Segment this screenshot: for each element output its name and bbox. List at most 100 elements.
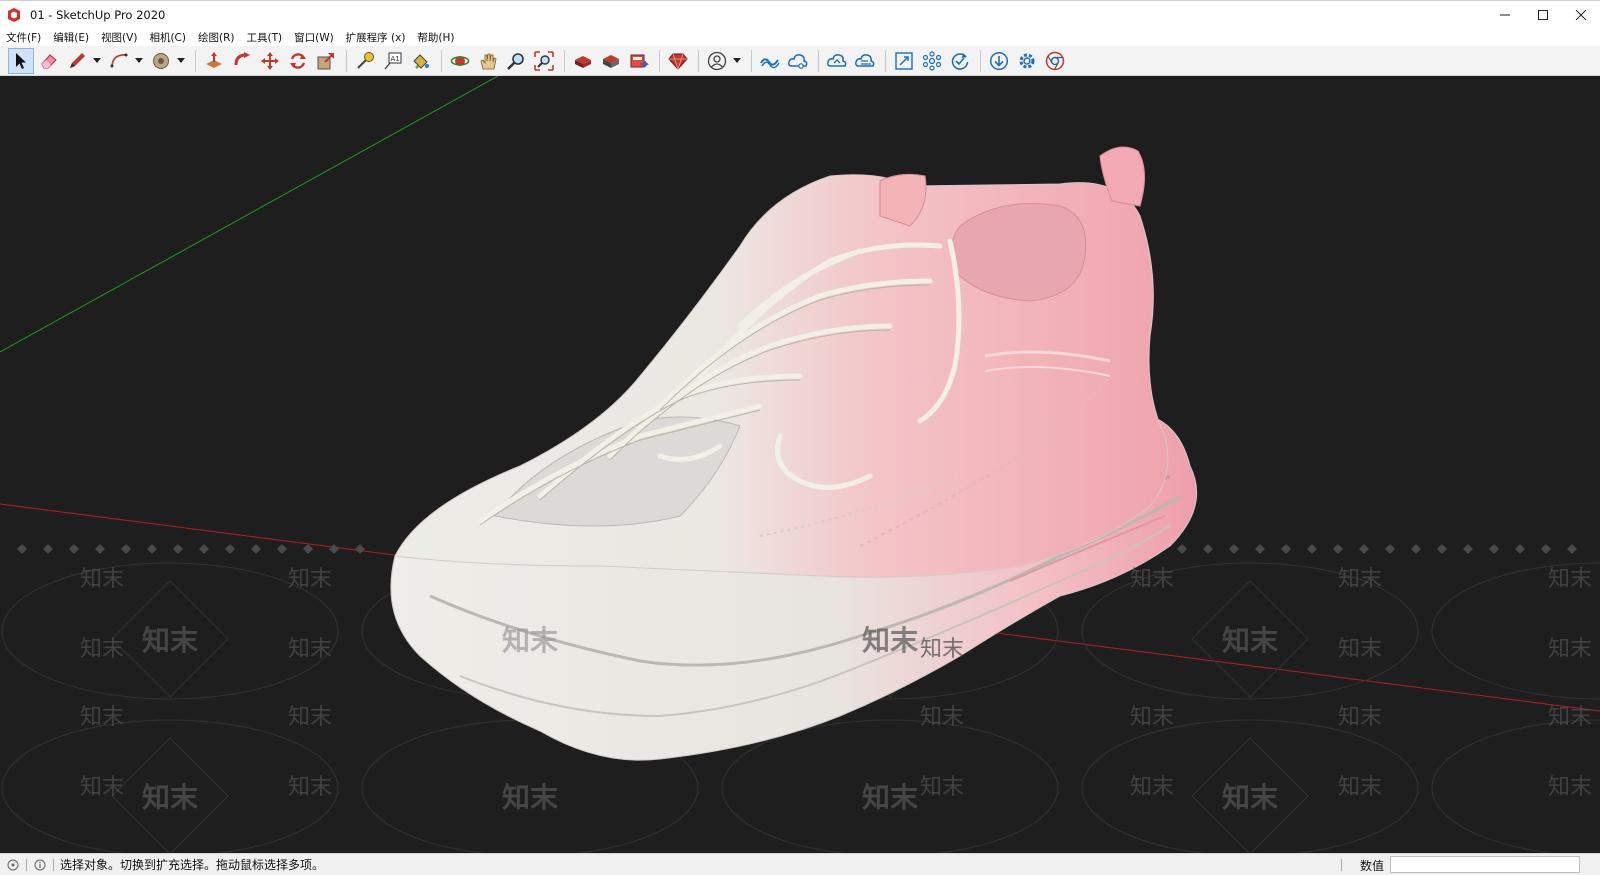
toolbar-separator	[885, 49, 886, 72]
chevron-down-icon[interactable]	[732, 48, 742, 74]
chevron-down-icon[interactable]	[92, 48, 102, 74]
svg-text:知末: 知末	[920, 705, 964, 730]
rotate-icon[interactable]	[285, 48, 311, 74]
window-title: 01 - SketchUp Pro 2020	[30, 7, 166, 22]
expand-icon[interactable]	[891, 48, 917, 74]
pan-icon[interactable]	[475, 48, 501, 74]
svg-text:知末: 知末	[80, 637, 124, 662]
tape-circle-icon[interactable]	[148, 48, 174, 74]
toolbar-separator	[195, 49, 196, 72]
text-icon[interactable]: A1	[380, 48, 406, 74]
minimize-icon[interactable]	[1486, 1, 1524, 29]
svg-text:知末: 知末	[288, 637, 332, 662]
window-controls	[1486, 1, 1600, 29]
menu-edit[interactable]: 编辑(E)	[53, 30, 89, 45]
status-hint-text: 选择对象。切换到扩充选择。拖动鼠标选择多项。	[60, 858, 325, 872]
select-icon[interactable]	[8, 47, 34, 74]
svg-text:知末: 知末	[1548, 637, 1592, 662]
toolbar-separator	[346, 49, 347, 72]
zoom-icon[interactable]	[503, 48, 529, 74]
green-axis-line	[0, 76, 499, 353]
scale-icon[interactable]	[313, 48, 339, 74]
account-icon[interactable]	[704, 48, 730, 74]
svg-text:知末: 知末	[1338, 705, 1382, 730]
chevron-down-icon[interactable]	[134, 48, 144, 74]
cloud-upload-icon[interactable]	[852, 48, 878, 74]
arc-icon[interactable]	[106, 48, 132, 74]
geo-location-icon[interactable]	[6, 858, 20, 872]
download-icon[interactable]	[986, 48, 1012, 74]
toolbar-separator	[980, 49, 981, 72]
chrome-icon[interactable]	[1042, 48, 1068, 74]
menu-window[interactable]: 窗口(W)	[294, 30, 334, 45]
status-separator	[1341, 859, 1342, 871]
svg-text:知末: 知末	[1130, 775, 1174, 800]
svg-text:知末: 知末	[80, 567, 124, 592]
svg-text:知末: 知末	[1548, 567, 1592, 592]
status-separator	[26, 858, 27, 871]
menu-help[interactable]: 帮助(H)	[417, 30, 454, 45]
push-pull-icon[interactable]	[201, 48, 227, 74]
refresh-check-icon[interactable]	[947, 48, 973, 74]
svg-text:知末: 知末	[502, 781, 558, 814]
menu-view[interactable]: 视图(V)	[101, 30, 137, 45]
svg-text:知末: 知末	[1338, 775, 1382, 800]
menu-bar: 文件(F) 编辑(E) 视图(V) 相机(C) 绘图(R) 工具(T) 窗口(W…	[0, 28, 1600, 46]
follow-me-icon[interactable]	[229, 48, 255, 74]
model-viewport[interactable]: 知末 知末 知末 知末 知末 知末 知末 知末 知末 知末 知末 知末 知末 知末 知末 知末 知末 知末知…	[0, 76, 1600, 853]
orbit-icon[interactable]	[447, 48, 473, 74]
svg-text:知末: 知末	[1130, 567, 1174, 592]
measurements-input[interactable]	[1390, 856, 1580, 873]
maximize-icon[interactable]	[1524, 1, 1562, 29]
svg-text:知末: 知末	[1130, 705, 1174, 730]
layout-icon[interactable]	[626, 48, 652, 74]
sketchup-logo-icon	[6, 7, 22, 23]
toolbar-separator	[441, 49, 442, 72]
zoom-extents-icon[interactable]	[531, 48, 557, 74]
toolbar-separator	[659, 49, 660, 72]
svg-text:知末: 知末	[920, 637, 964, 662]
ruby-console-icon[interactable]	[665, 48, 691, 74]
cloud-sync-icon[interactable]	[824, 48, 850, 74]
main-toolbar: A1	[0, 46, 1600, 76]
menu-camera[interactable]: 相机(C)	[149, 30, 186, 45]
tape-measure-icon[interactable]	[352, 48, 378, 74]
close-icon[interactable]	[1562, 1, 1600, 29]
status-separator	[53, 858, 54, 871]
svg-text:知末: 知末	[862, 781, 918, 814]
svg-text:A1: A1	[391, 55, 400, 63]
svg-text:知末: 知末	[1548, 705, 1592, 730]
chevron-down-icon[interactable]	[176, 48, 186, 74]
toolbar-separator	[751, 49, 752, 72]
info-icon[interactable]	[33, 858, 47, 872]
svg-text:知末: 知末	[1222, 781, 1278, 814]
svg-text:知末: 知末	[920, 775, 964, 800]
svg-text:知末: 知末	[288, 567, 332, 592]
scene-canvas: 知末 知末 知末 知末 知末 知末 知末 知末 知末 知末 知末 知末 知末 知末 知末 知末 知末 知末知…	[0, 76, 1600, 853]
svg-text:知末: 知末	[502, 624, 558, 657]
menu-tools[interactable]: 工具(T)	[246, 30, 282, 45]
pencil-icon[interactable]	[64, 48, 90, 74]
title-bar: 01 - SketchUp Pro 2020	[0, 0, 1600, 28]
network-icon[interactable]	[919, 48, 945, 74]
eraser-icon[interactable]	[36, 48, 62, 74]
menu-extensions[interactable]: 扩展程序 (x)	[346, 30, 406, 45]
warehouse-icon[interactable]	[570, 48, 596, 74]
menu-draw[interactable]: 绘图(R)	[198, 30, 235, 45]
svg-text:知末: 知末	[1338, 637, 1382, 662]
svg-text:知末: 知末	[288, 705, 332, 730]
cloud-share-icon[interactable]	[785, 48, 811, 74]
move-icon[interactable]	[257, 48, 283, 74]
svg-text:知末: 知末	[1222, 624, 1278, 657]
menu-file[interactable]: 文件(F)	[6, 30, 41, 45]
paint-bucket-icon[interactable]	[408, 48, 434, 74]
extension-warehouse-icon[interactable]	[598, 48, 624, 74]
svg-text:知末: 知末	[862, 624, 918, 657]
settings-icon[interactable]	[1014, 48, 1040, 74]
svg-text:知末: 知末	[80, 705, 124, 730]
trimble-connect-icon[interactable]	[757, 48, 783, 74]
svg-text:知末: 知末	[80, 775, 124, 800]
svg-text:知末: 知末	[288, 775, 332, 800]
svg-text:知末: 知末	[1338, 567, 1382, 592]
sneaker-model	[390, 146, 1198, 761]
